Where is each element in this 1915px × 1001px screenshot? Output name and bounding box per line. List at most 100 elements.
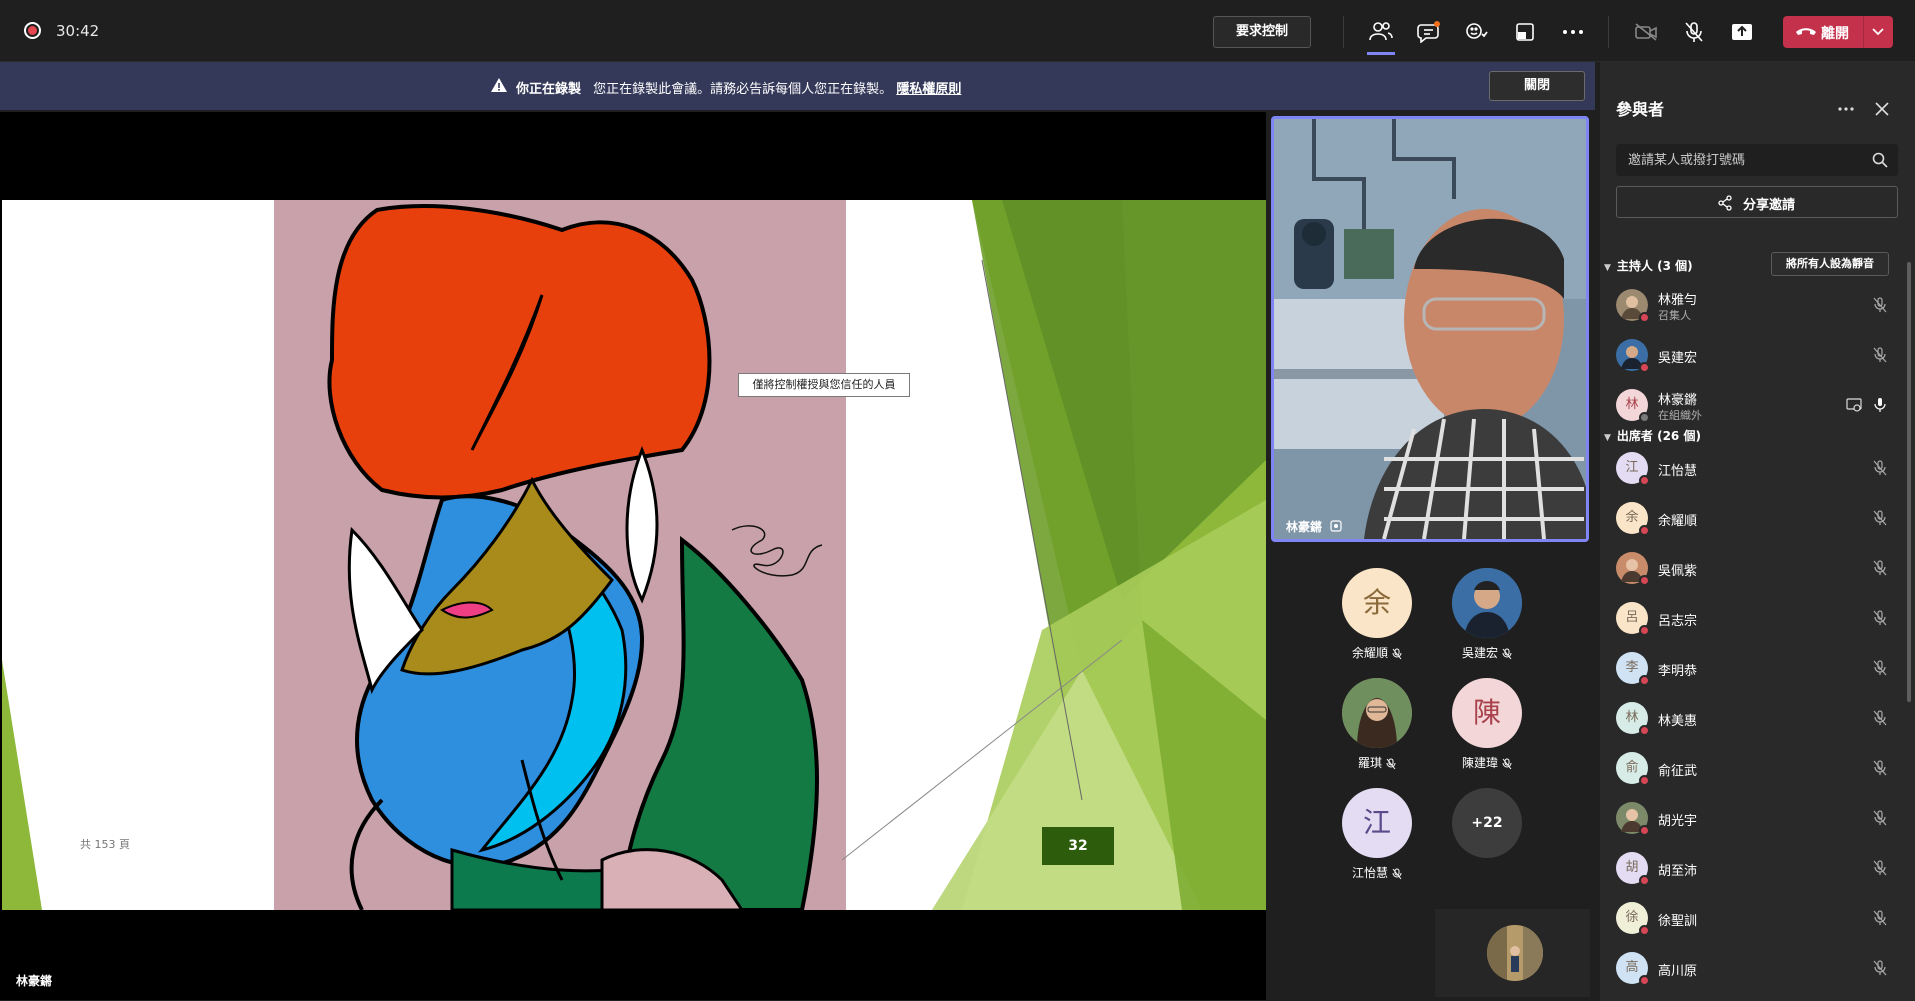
status-badge	[1639, 875, 1650, 886]
avatar-photo	[1342, 678, 1412, 748]
mic-on-icon	[1874, 398, 1886, 412]
status-badge	[1639, 925, 1650, 936]
participant-tile[interactable]: 羅琪	[1322, 678, 1432, 778]
status-badge	[1639, 975, 1650, 986]
participant-name: 吳佩紫	[1658, 564, 1698, 579]
mic-off-icon	[1873, 910, 1887, 926]
participant-row[interactable]: 胡光宇	[1616, 798, 1887, 838]
scrollbar[interactable]	[1907, 262, 1911, 702]
privacy-link[interactable]: 隱私權原則	[896, 82, 961, 97]
participant-name: 徐聖訓	[1658, 914, 1698, 929]
search-icon[interactable]	[1872, 152, 1888, 168]
request-control-button[interactable]: 要求控制	[1213, 16, 1311, 48]
close-icon[interactable]	[1874, 101, 1890, 117]
participant-row[interactable]: 林林美惠	[1616, 698, 1887, 738]
avatar	[1616, 552, 1650, 586]
avatar: 陳	[1452, 678, 1522, 748]
banner-message: 你正在錄製 您正在錄製此會議。請務必告訴每個人您正在錄製。 隱私權原則	[516, 78, 961, 97]
main-video-name: 林豪鏘	[1286, 520, 1323, 534]
participants-icon[interactable]	[1367, 18, 1395, 46]
mic-off-icon	[1873, 610, 1887, 626]
participant-tile[interactable]: 吳建宏	[1432, 568, 1542, 668]
participant-name: 江怡慧	[1658, 464, 1698, 479]
more-participants-tile[interactable]: +22	[1432, 788, 1542, 888]
meeting-timer: 30:42	[56, 22, 100, 40]
participant-name: 林雅勻	[1658, 293, 1698, 308]
camera-off-icon[interactable]	[1632, 18, 1660, 46]
mic-off-icon	[1873, 297, 1887, 313]
mic-off-icon	[1873, 860, 1887, 876]
participants-panel: 參與者 分享邀請 ▼主持人 (3 個) 將所有人設為靜音 林雅勻 召集人	[1600, 62, 1915, 1001]
banner-title: 你正在錄製	[516, 82, 582, 97]
mic-off-icon	[1873, 810, 1887, 826]
participant-row[interactable]: 俞俞征武	[1616, 748, 1887, 788]
avatar: 余	[1616, 502, 1650, 536]
participant-tile[interactable]: 江 江怡慧	[1322, 788, 1432, 888]
participant-row[interactable]: 吳佩紫	[1616, 548, 1887, 588]
participant-row[interactable]: 李李明恭	[1616, 648, 1887, 688]
invite-search-input[interactable]	[1616, 144, 1856, 176]
more-options-icon[interactable]	[1838, 107, 1854, 111]
participant-row[interactable]: 江江怡慧	[1616, 448, 1887, 488]
participant-name: 胡至沛	[1658, 864, 1698, 879]
main-video-tile[interactable]: 林豪鏘	[1271, 116, 1589, 542]
slide-number: 32	[1042, 827, 1114, 865]
avatar: 徐	[1616, 902, 1650, 936]
participants-active-indicator	[1367, 52, 1395, 55]
tile-name: 吳建宏	[1432, 644, 1542, 661]
share-invite-button[interactable]: 分享邀請	[1616, 186, 1898, 218]
avatar: 高	[1616, 952, 1650, 986]
external-badge-icon	[1330, 520, 1342, 532]
participant-row[interactable]: 徐徐聖訓	[1616, 898, 1887, 938]
attendees-section-header[interactable]: ▼ 出席者 (26 個)	[1604, 427, 1701, 444]
mic-off-icon	[1873, 510, 1887, 526]
participant-tile[interactable]: 陳 陳建瑋	[1432, 678, 1542, 778]
avatar-photo	[1487, 925, 1543, 981]
participant-tile[interactable]: 余 余耀順	[1322, 568, 1432, 668]
self-view[interactable]	[1435, 909, 1590, 997]
reactions-icon[interactable]	[1463, 18, 1491, 46]
mute-all-button[interactable]: 將所有人設為靜音	[1771, 252, 1889, 276]
mic-off-icon	[1873, 560, 1887, 576]
mic-off-icon[interactable]	[1680, 18, 1708, 46]
avatar	[1452, 568, 1522, 638]
participant-role: 在組織外	[1658, 409, 1702, 422]
more-actions-icon[interactable]	[1559, 18, 1587, 46]
banner-close-button[interactable]: 關閉	[1489, 71, 1585, 101]
chat-icon[interactable]	[1415, 18, 1443, 46]
participant-name: 吳建宏	[1658, 351, 1698, 366]
status-badge	[1639, 575, 1650, 586]
chevron-down-icon[interactable]	[1872, 28, 1884, 36]
mic-off-icon	[1502, 758, 1512, 769]
participant-row[interactable]: 胡胡至沛	[1616, 848, 1887, 888]
participant-row[interactable]: 呂呂志宗	[1616, 598, 1887, 638]
share-content-icon[interactable]	[1728, 18, 1756, 46]
panel-title: 參與者	[1616, 100, 1665, 119]
participant-name: 林美惠	[1658, 714, 1698, 729]
avatar: 江	[1616, 452, 1650, 486]
avatar: 林	[1616, 702, 1650, 736]
mic-off-icon	[1386, 758, 1396, 769]
status-badge	[1639, 775, 1650, 786]
status-badge	[1639, 525, 1650, 536]
participant-row[interactable]: 高高川原	[1616, 948, 1887, 988]
participant-row[interactable]: 林雅勻 召集人	[1616, 285, 1887, 325]
participant-row[interactable]: 林 林豪鏘 在組織外	[1616, 385, 1886, 425]
share-tray-icon[interactable]	[1511, 18, 1539, 46]
share-invite-label: 分享邀請	[1743, 198, 1796, 213]
avatar	[1616, 802, 1650, 836]
participant-name: 俞征武	[1658, 764, 1698, 779]
status-badge	[1639, 825, 1650, 836]
participant-row[interactable]: 余余耀順	[1616, 498, 1887, 538]
organizers-section-header[interactable]: ▼ 主持人 (3 個)	[1604, 257, 1693, 274]
leave-button[interactable]: 離開	[1783, 16, 1893, 48]
presentation-slide: 共 153 頁 32 僅將控制權授與您信任的人員	[2, 200, 1266, 910]
status-badge	[1639, 625, 1650, 636]
status-badge	[1639, 412, 1650, 423]
status-badge	[1639, 362, 1650, 373]
invite-search[interactable]	[1616, 144, 1898, 176]
mic-off-icon	[1873, 960, 1887, 976]
participant-row[interactable]: 吳建宏	[1616, 335, 1887, 375]
toolbar-divider	[1343, 16, 1344, 48]
tile-name: 江怡慧	[1322, 864, 1432, 881]
